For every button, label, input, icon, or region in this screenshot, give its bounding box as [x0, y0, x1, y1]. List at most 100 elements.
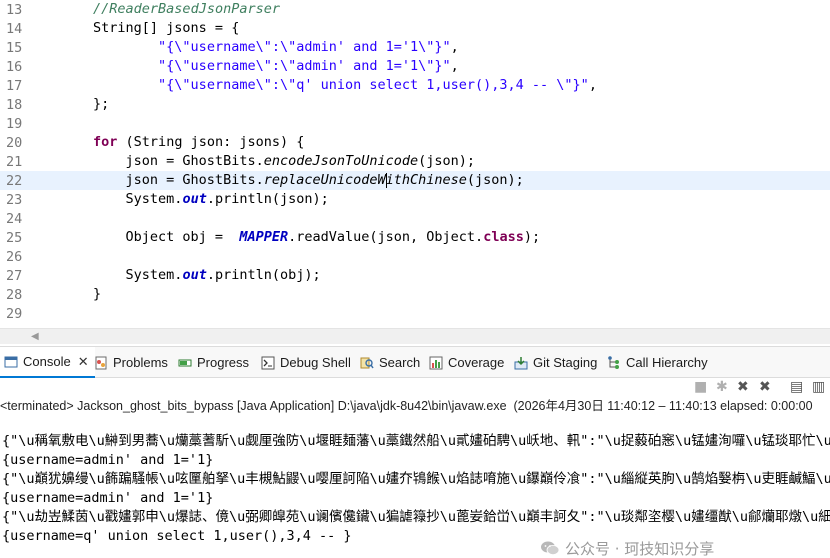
code-text: System.out.println(obj); [28, 266, 321, 285]
editor-horizontal-scrollbar[interactable]: ◀ [0, 328, 830, 344]
line-number: 25 [6, 229, 23, 246]
code-token: "{\"username\":\"q' union select 1,user(… [158, 77, 589, 93]
tab-console[interactable]: Console ✕ [0, 347, 95, 378]
code-text: } [28, 285, 101, 304]
coverage-icon [429, 356, 443, 370]
code-token: , [588, 77, 597, 93]
code-text: Object obj = MAPPER.readValue(json, Obje… [28, 228, 541, 247]
close-console-icon[interactable]: ✕ [78, 354, 89, 370]
call-hierarchy-icon [607, 355, 621, 370]
console-launch-status: <terminated> Jackson_ghost_bits_bypass [… [0, 396, 830, 416]
code-token: (json); [466, 172, 524, 188]
remove-launch-icon[interactable]: ✖ [737, 379, 749, 395]
line-number: 26 [6, 248, 23, 265]
terminate-icon[interactable]: ■ [694, 379, 707, 395]
code-token: } [28, 286, 102, 302]
code-line[interactable]: 19 [0, 114, 830, 133]
code-text: json = GhostBits.encodeJsonToUnicode(jso… [28, 152, 476, 171]
tab-debug-shell[interactable]: Debug Shell [261, 347, 351, 378]
code-line[interactable]: 16 "{\"username\":\"admin' and 1='1\"}", [0, 57, 830, 76]
tab-progress[interactable]: Progress [178, 347, 249, 378]
tab-call-hierarchy[interactable]: Call Hierarchy [607, 347, 708, 378]
code-line[interactable]: 13 //ReaderBasedJsonParser [0, 0, 830, 19]
code-text: System.out.println(json); [28, 190, 329, 209]
code-line[interactable]: 25 Object obj = MAPPER.readValue(json, O… [0, 228, 830, 247]
tab-git-staging-label: Git Staging [533, 355, 598, 370]
tab-git-staging[interactable]: Git Staging [514, 347, 597, 378]
code-token: .println(json); [206, 191, 329, 207]
search-icon [360, 356, 374, 370]
code-text: "{\"username\":\"admin' and 1='1\"}", [28, 57, 459, 76]
code-line-current[interactable]: 22 json = GhostBits.replaceUnicodeWithCh… [0, 171, 830, 190]
code-token: out [182, 267, 207, 283]
code-line[interactable]: 21 json = GhostBits.encodeJsonToUnicode(… [0, 152, 830, 171]
line-number: 15 [6, 39, 23, 56]
code-line[interactable]: 15 "{\"username\":\"admin' and 1='1\"}", [0, 38, 830, 57]
code-token: out [182, 191, 207, 207]
code-line[interactable]: 17 "{\"username\":\"q' union select 1,us… [0, 76, 830, 95]
code-token: (String json: jsons) { [117, 134, 305, 150]
code-token: }; [28, 96, 110, 112]
problems-icon [94, 356, 108, 370]
code-line[interactable]: 14 String[] jsons = { [0, 19, 830, 38]
code-line[interactable]: 18 }; [0, 95, 830, 114]
code-line[interactable]: 28 } [0, 285, 830, 304]
code-token: ithChinese [385, 172, 467, 188]
code-token: //ReaderBasedJsonParser [93, 1, 280, 17]
terminate-relaunch-icon[interactable]: ✱ [716, 379, 728, 395]
code-text: "{\"username\":\"admin' and 1='1\"}", [28, 38, 459, 57]
progress-icon [178, 356, 192, 370]
watermark: 公众号 · 珂技知识分享 [540, 538, 715, 558]
scroll-lock-icon[interactable]: ▥ [812, 379, 825, 395]
wechat-logo-icon [540, 540, 560, 556]
code-line[interactable]: 20 for (String json: jsons) { [0, 133, 830, 152]
code-line[interactable]: 26 [0, 247, 830, 266]
code-line[interactable]: 29 [0, 304, 830, 323]
code-text: "{\"username\":\"q' union select 1,user(… [28, 76, 597, 95]
code-token: System. [28, 267, 183, 283]
code-line[interactable]: 23 System.out.println(json); [0, 190, 830, 209]
line-number: 16 [6, 58, 23, 75]
tab-search[interactable]: Search [360, 347, 420, 378]
line-number: 23 [6, 191, 23, 208]
line-number: 27 [6, 267, 23, 284]
code-token: replaceUnicodeW [263, 172, 386, 188]
code-editor[interactable]: 13 //ReaderBasedJsonParser 14 String[] js… [0, 0, 830, 328]
line-number: 29 [6, 305, 23, 322]
code-token: String[] jsons = { [28, 20, 240, 36]
tab-console-label: Console [23, 354, 71, 369]
tab-problems-label: Problems [113, 355, 168, 370]
code-text: }; [28, 95, 109, 114]
scroll-left-arrow-icon[interactable]: ◀ [31, 331, 39, 342]
watermark-text: 公众号 · 珂技知识分享 [565, 539, 715, 558]
console-line-object: {username=admin' and 1='1} [2, 452, 214, 468]
line-number: 28 [6, 286, 23, 303]
code-token: MAPPER [239, 229, 289, 245]
code-text: for (String json: jsons) { [28, 133, 304, 152]
clear-console-icon[interactable]: ▤ [790, 379, 803, 395]
code-token: class [483, 229, 524, 245]
console-line-json: {"\u劫岦鰇茵\u戳嫿郭申\u爆誌、傹\u弼卿皡苑\u谰儐儳鑶\u猵謔簶抄\u… [2, 509, 830, 525]
console-icon [4, 355, 18, 369]
tab-search-label: Search [379, 355, 421, 370]
line-number: 17 [6, 77, 23, 94]
code-token: System. [28, 191, 183, 207]
code-text: json = GhostBits.replaceUnicodeWithChine… [28, 171, 524, 190]
code-token: json = GhostBits. [28, 172, 264, 188]
tab-progress-label: Progress [197, 355, 250, 370]
debug-shell-icon [261, 356, 275, 370]
code-token: "{\"username\":\"admin' and 1='1\"}" [158, 39, 451, 55]
console-line-object: {username=q' union select 1,user(),3,4 -… [2, 528, 352, 544]
tab-call-hierarchy-label: Call Hierarchy [626, 355, 708, 370]
tab-coverage[interactable]: Coverage [429, 347, 504, 378]
line-number: 20 [6, 134, 23, 151]
remove-all-terminated-icon[interactable]: ✖ [759, 379, 771, 395]
tab-problems[interactable]: Problems [94, 347, 168, 378]
code-line[interactable]: 27 System.out.println(obj); [0, 266, 830, 285]
code-line[interactable]: 24 [0, 209, 830, 228]
tab-debug-shell-label: Debug Shell [280, 355, 351, 370]
line-number: 22 [6, 172, 23, 189]
code-token: encodeJsonToUnicode [263, 153, 419, 169]
